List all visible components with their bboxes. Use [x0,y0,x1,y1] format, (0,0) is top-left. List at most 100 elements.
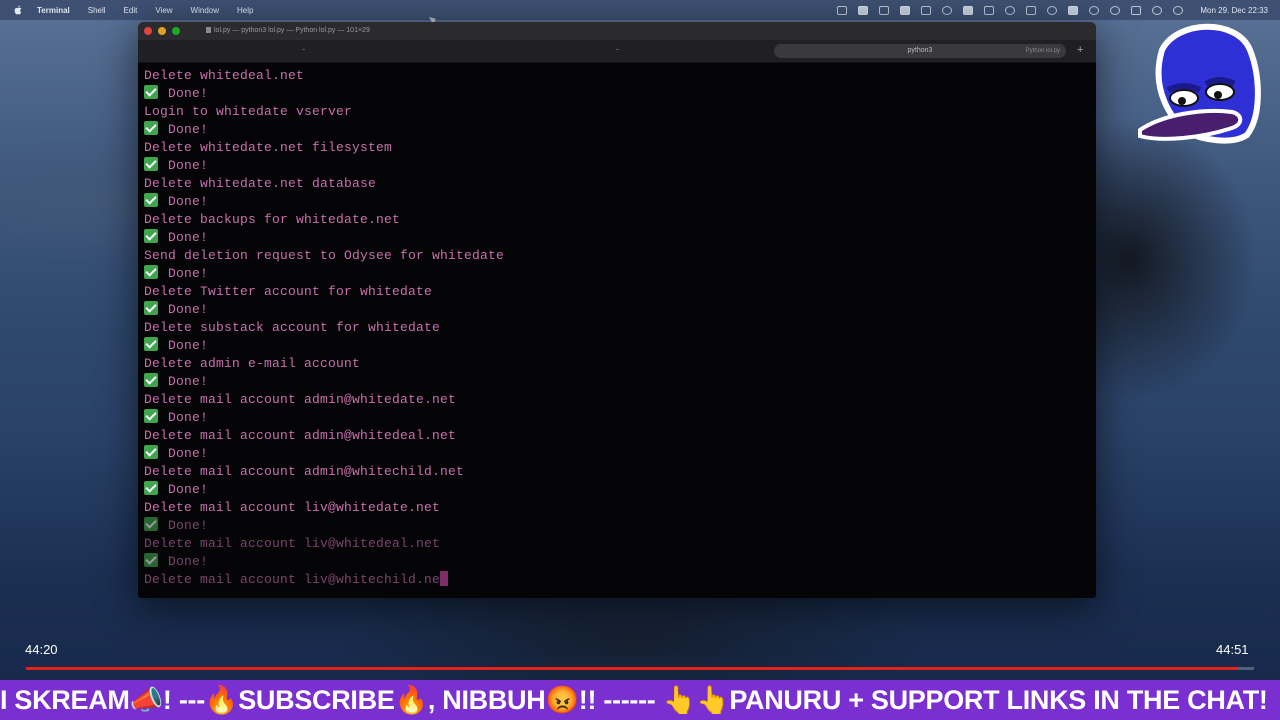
checkmark-icon [144,481,158,495]
checkmark-icon [144,409,158,423]
terminal-done-line: Done! [144,193,504,211]
terminal-line-text: Done! [168,86,209,101]
checkmark-icon [144,373,158,387]
search-icon[interactable] [1152,5,1163,15]
battery-icon[interactable] [1131,5,1142,15]
terminal-line: Delete admin e-mail account [144,355,504,373]
vpn-icon[interactable] [1089,5,1100,15]
grid-icon[interactable] [921,5,932,15]
document-icon [206,27,211,34]
terminal-line-text: Done! [168,410,209,425]
terminal-done-line: Done! [144,409,504,427]
tab-separator [616,49,619,50]
tab-python3[interactable]: python3 Python lol.py [774,44,1066,58]
menu-shell[interactable]: Shell [88,6,106,15]
terminal-done-line: Done! [144,121,504,139]
terminal-line-text: Delete whitedeal.net [144,68,305,83]
menu-bar: Terminal Shell Edit View Window Help Mon… [0,0,1280,20]
terminal-line: Delete whitedate.net filesystem [144,139,504,157]
terminal-line: Delete whitedeal.net [144,67,504,85]
terminal-line-text: Delete substack account for whitedate [144,320,441,335]
terminal-line-text: Delete whitedate.net filesystem [144,140,393,155]
terminal-output[interactable]: Delete whitedeal.net Done! Login to whited… [144,67,504,589]
time-machine-icon[interactable] [942,5,953,15]
globe-icon[interactable] [1047,5,1058,15]
window-title: lol.py — python3 lol.py — Python lol.py … [206,22,370,40]
terminal-line: Delete backups for whitedate.net [144,211,504,229]
mascot-avatar-icon [1132,20,1262,150]
total-time: 44:51 [1216,642,1249,657]
video-progress-bar[interactable] [26,667,1254,670]
menu-clock[interactable]: Mon 29. Dec 22:33 [1200,6,1268,15]
window-title-text: lol.py — python3 lol.py — Python lol.py … [214,27,370,34]
terminal-line-text: Send deletion request to Odysee for whit… [144,248,505,263]
ticker-text: I SKREAM📣! ---🔥SUBSCRIBE🔥, NIBBUH😡!! ---… [0,685,1268,715]
terminal-line-text: Done! [168,302,209,317]
terminal-line: Delete mail account admin@whitedeal.net [144,427,504,445]
terminal-done-line: Done! [144,481,504,499]
terminal-line-text: Delete backups for whitedate.net [144,212,401,227]
display-icon[interactable] [984,5,995,15]
terminal-line-text: Delete whitedate.net database [144,176,377,191]
terminal-done-line: Done! [144,229,504,247]
menu-view[interactable]: View [155,6,172,15]
menu-help[interactable]: Help [237,6,253,15]
terminal-line: Delete mail account liv@whitedeal.net [144,535,504,553]
menu-edit[interactable]: Edit [124,6,138,15]
terminal-line-text: Delete mail account admin@whitechild.net [144,464,465,479]
terminal-line: Send deletion request to Odysee for whit… [144,247,504,265]
keyboard-icon[interactable] [1068,5,1079,15]
menu-terminal[interactable]: Terminal [37,6,70,15]
night-icon[interactable] [1005,5,1016,15]
terminal-line-text: Delete mail account liv@whitechild.ne [144,572,441,587]
terminal-line-text: Done! [168,554,209,569]
terminal-line: Login to whitedate vserver [144,103,504,121]
new-tab-button[interactable]: + [1077,43,1083,57]
minimize-window-button[interactable] [158,27,166,35]
clipboard-icon[interactable] [879,5,890,15]
terminal-titlebar[interactable]: lol.py — python3 lol.py — Python lol.py … [138,22,1096,40]
terminal-line-text: Done! [168,338,209,353]
terminal-done-line: Done! [144,157,504,175]
lock-icon[interactable] [858,5,869,15]
checkmark-icon [144,301,158,315]
control-center-icon[interactable] [1173,5,1184,15]
app-icon[interactable] [900,5,911,15]
volume-icon[interactable] [963,5,974,15]
terminal-line-text: Done! [168,230,209,245]
checkmark-icon [144,157,158,171]
terminal-line: Delete mail account admin@whitechild.net [144,463,504,481]
terminal-line-text: Delete Twitter account for whitedate [144,284,433,299]
terminal-done-line: Done! [144,553,504,571]
terminal-line: Delete mail account admin@whitedate.net [144,391,504,409]
checkmark-icon [144,337,158,351]
terminal-line-text: Login to whitedate vserver [144,104,353,119]
terminal-line-text: Done! [168,158,209,173]
zoom-window-button[interactable] [172,27,180,35]
apple-icon[interactable] [13,5,23,15]
menu-window[interactable]: Window [191,6,219,15]
checkmark-icon [144,553,158,567]
terminal-line-text: Delete admin e-mail account [144,356,361,371]
bluetooth-icon[interactable] [1026,5,1037,15]
status-area: Mon 29. Dec 22:33 [837,0,1268,20]
terminal-window[interactable]: lol.py — python3 lol.py — Python lol.py … [138,22,1096,598]
terminal-done-line: Done! [144,301,504,319]
tab-close-hint[interactable]: Python lol.py [1026,44,1060,58]
wifi-icon[interactable] [1110,5,1121,15]
terminal-line-text: Delete mail account liv@whitedate.net [144,500,441,515]
terminal-line: Delete mail account liv@whitedate.net [144,499,504,517]
terminal-line: Delete whitedate.net database [144,175,504,193]
video-progress-fill [26,667,1239,670]
terminal-line: Delete Twitter account for whitedate [144,283,504,301]
screen-record-icon[interactable] [837,5,848,15]
checkmark-icon [144,229,158,243]
terminal-line: Delete substack account for whitedate [144,319,504,337]
terminal-line-text: Done! [168,122,209,137]
terminal-done-line: Done! [144,445,504,463]
checkmark-icon [144,85,158,99]
close-window-button[interactable] [144,27,152,35]
terminal-line-text: Done! [168,266,209,281]
tab-label: python3 [907,47,933,54]
terminal-line-text: Done! [168,374,209,389]
